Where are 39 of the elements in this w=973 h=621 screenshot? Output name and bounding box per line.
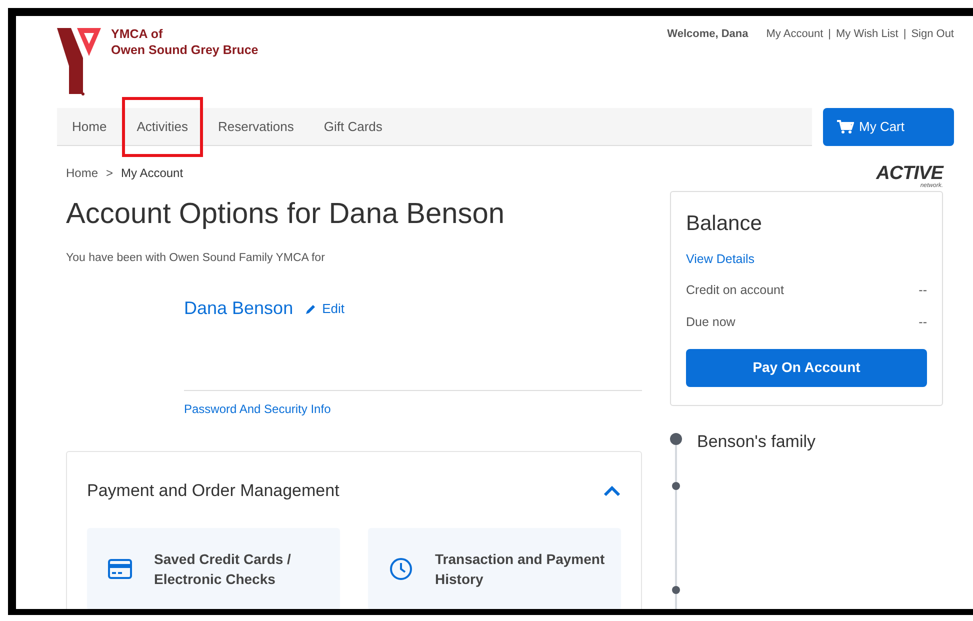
option-tile[interactable]: Transaction and Payment History — [368, 528, 621, 609]
view-details-link[interactable]: View Details — [686, 250, 927, 268]
header-link[interactable]: Sign Out — [911, 26, 954, 42]
balance-value: -- — [918, 314, 927, 331]
breadcrumb-separator: > — [106, 165, 114, 182]
profile-name[interactable]: Dana Benson — [184, 295, 294, 322]
chevron-up-icon[interactable] — [603, 485, 621, 497]
header-link[interactable]: My Account — [766, 26, 824, 42]
credit-card-icon — [108, 558, 132, 579]
balance-label: Credit on account — [686, 282, 784, 300]
nav-link[interactable]: Gift Cards — [308, 96, 398, 156]
nav-link[interactable]: Home — [57, 96, 122, 156]
link-separator: | — [903, 27, 906, 42]
y-logo — [57, 26, 101, 96]
balance-title: Balance — [686, 211, 763, 237]
clock-icon — [389, 556, 413, 581]
membership-note: You have been with Owen Sound Family YMCA for — [66, 251, 326, 266]
section-title: Payment and Order Management — [87, 480, 340, 502]
pencil-icon — [305, 302, 318, 315]
family-title: Benson's family — [697, 430, 816, 453]
breadcrumb-link[interactable]: Home — [66, 164, 98, 184]
breadcrumb-link[interactable]: My Account — [121, 164, 184, 184]
option-tile[interactable]: Saved Credit Cards / Electronic Checks — [87, 528, 340, 609]
welcome-text: Welcome, Dana — [667, 27, 748, 42]
brand-logo: ACTIVE — [876, 164, 943, 183]
logo-subtitle: Owen Sound Grey Bruce — [111, 42, 258, 58]
pay-button[interactable]: Pay On Account — [686, 348, 927, 387]
logo-title: YMCA of — [111, 26, 164, 42]
balance-value: -- — [918, 282, 927, 300]
edit-link[interactable]: Edit — [305, 299, 344, 318]
security-link[interactable]: Password And Security Info — [184, 402, 331, 416]
nav-link[interactable]: Activities — [122, 96, 203, 156]
cart-icon — [837, 120, 854, 134]
header-link[interactable]: My Wish List — [836, 26, 898, 42]
nav-link[interactable]: Reservations — [202, 96, 309, 156]
link-separator: | — [828, 27, 831, 42]
balance-label: Due now — [686, 314, 736, 331]
page-heading: Account Options for Dana Benson — [66, 197, 506, 232]
cart-button[interactable]: My Cart — [823, 108, 954, 146]
